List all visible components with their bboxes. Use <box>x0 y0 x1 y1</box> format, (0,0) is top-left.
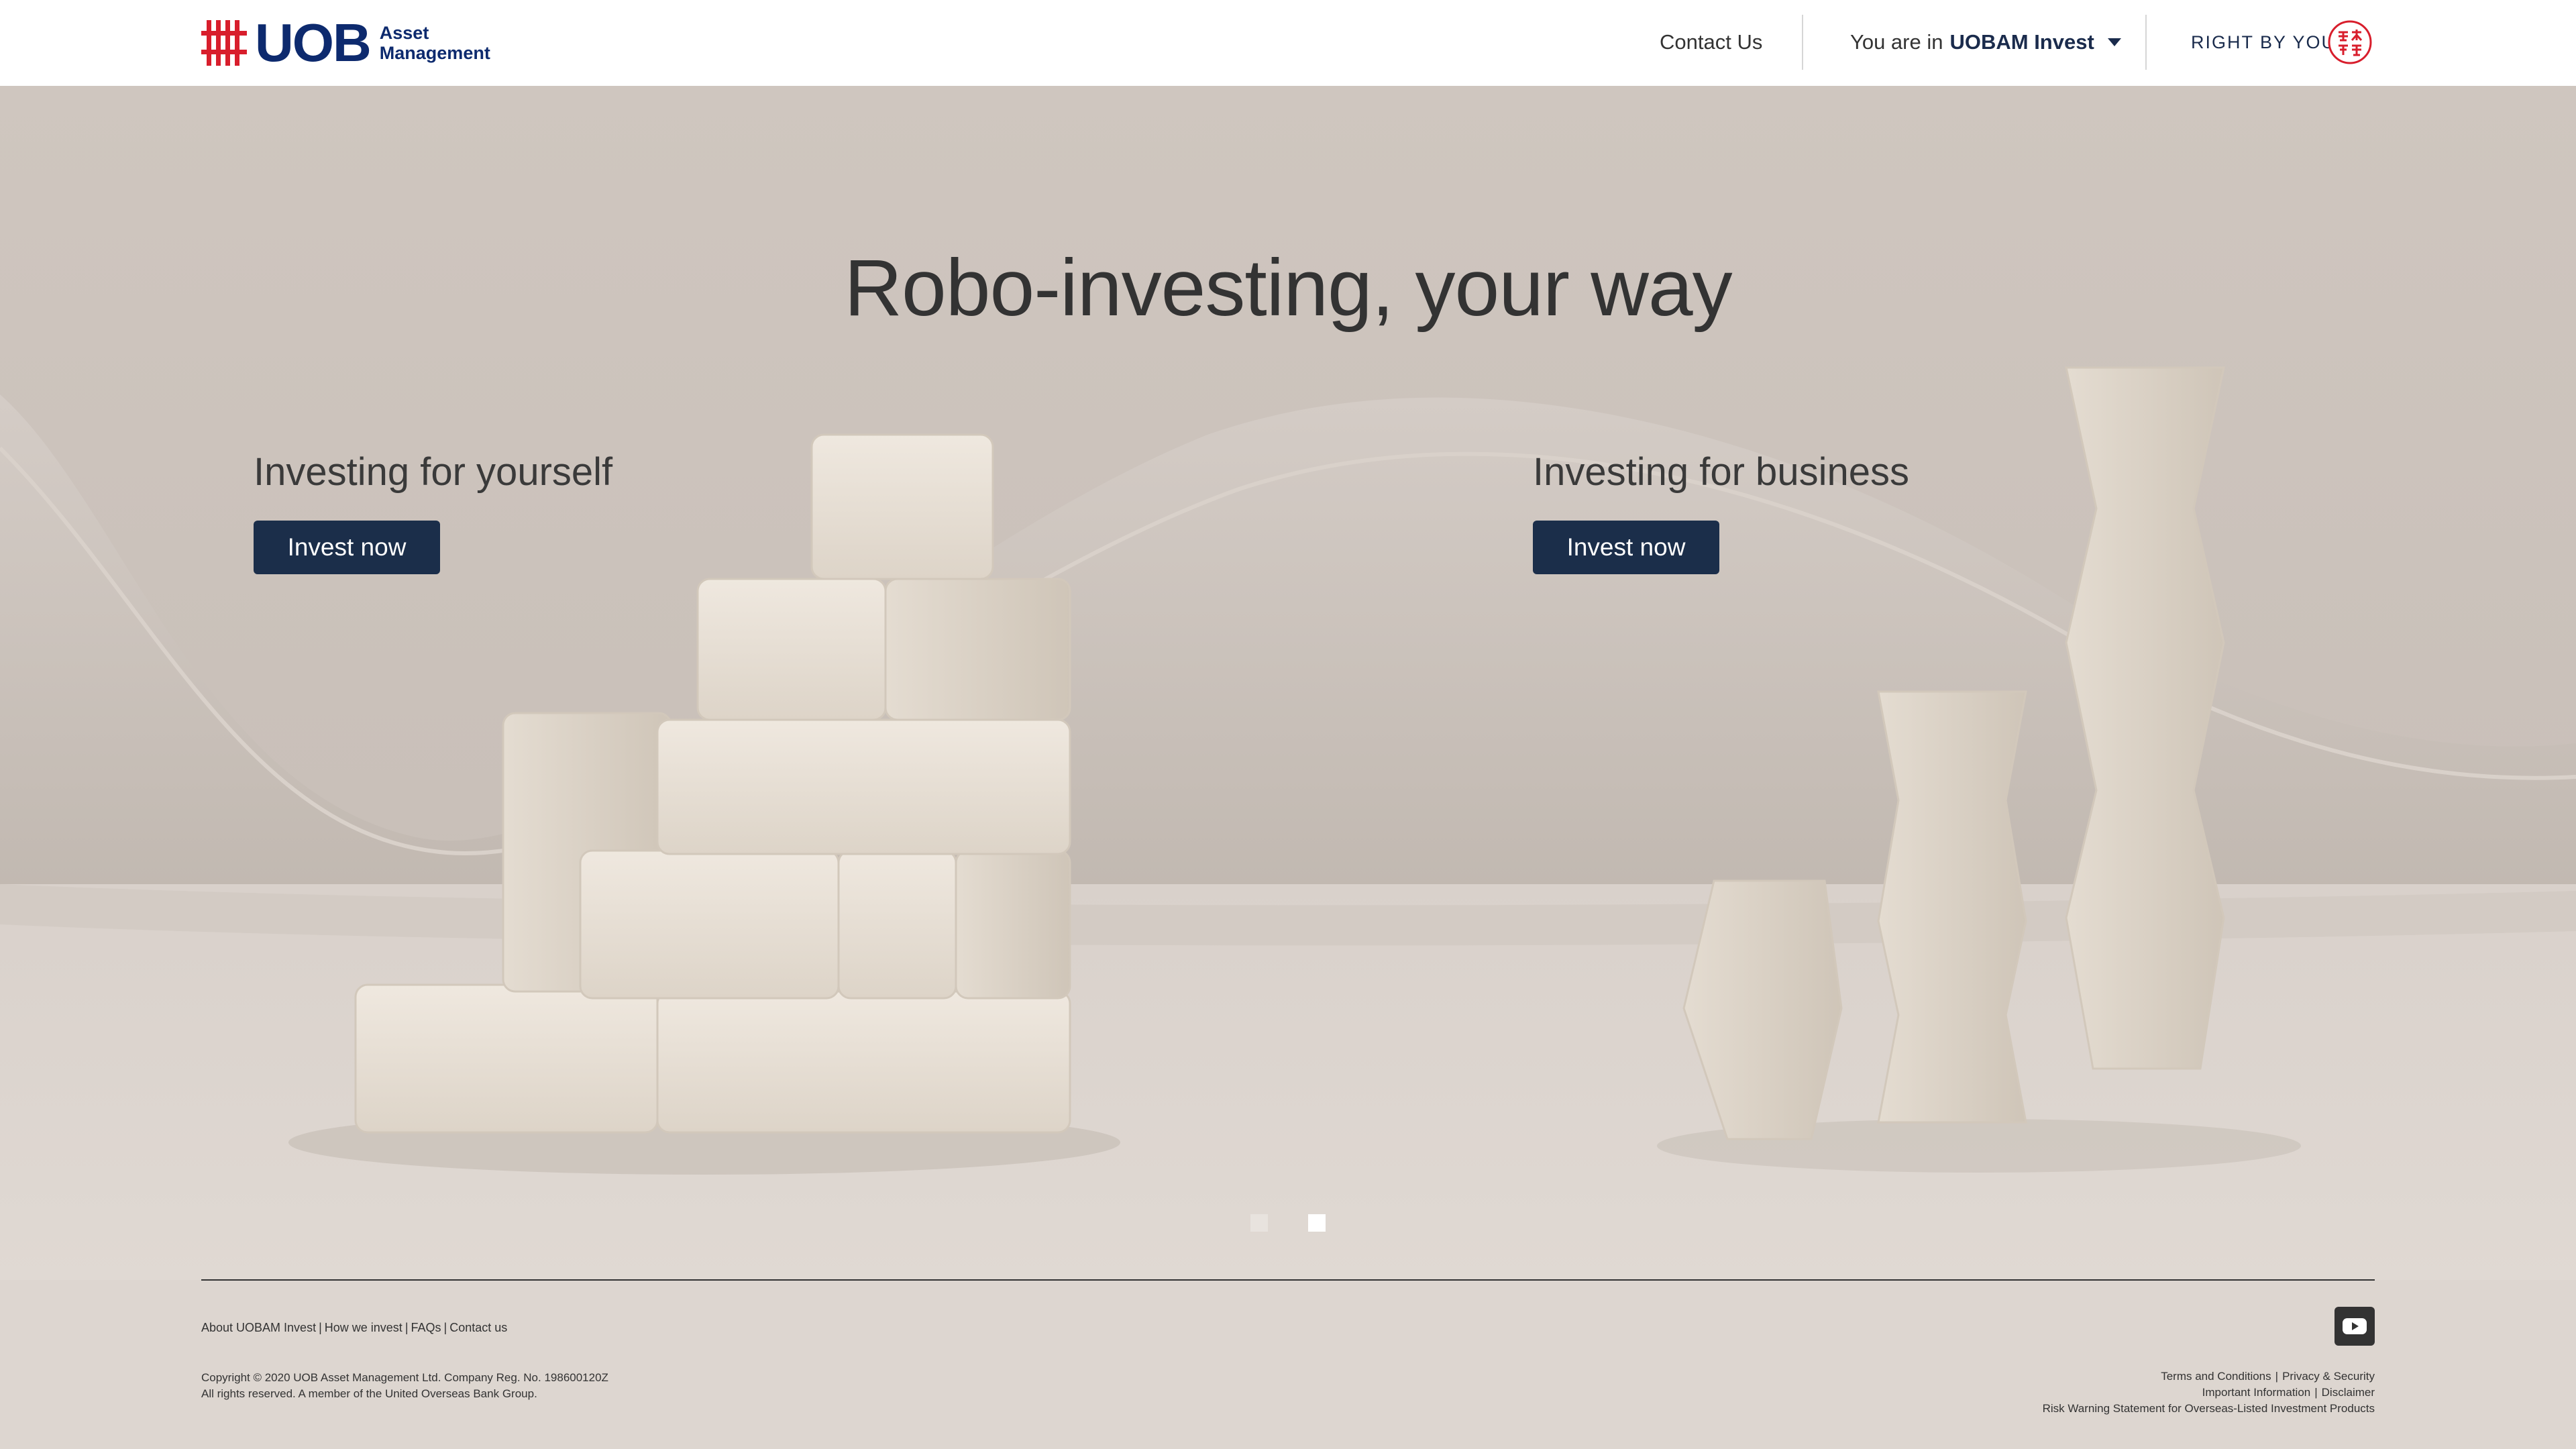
site-header: UOB Asset Management Contact Us You are … <box>0 0 2576 86</box>
legal-separator: | <box>2275 1370 2279 1383</box>
hero-title: Robo-investing, your way <box>844 243 1732 333</box>
risk-warning-link[interactable]: Risk Warning Statement for Overseas-List… <box>2043 1402 2375 1415</box>
youtube-icon[interactable] <box>2334 1307 2375 1346</box>
privacy-link[interactable]: Privacy & Security <box>2282 1370 2375 1383</box>
hero-banner: Robo-investing, your way Investing for y… <box>0 86 2576 1280</box>
footer-separator: | <box>405 1321 409 1334</box>
invest-now-business-button[interactable]: Invest now <box>1533 521 1719 574</box>
carousel-indicators <box>0 1214 2576 1233</box>
nav-divider <box>1802 15 1803 70</box>
disclaimer-link[interactable]: Disclaimer <box>2322 1386 2375 1399</box>
footer-separator: | <box>443 1321 447 1334</box>
terms-link[interactable]: Terms and Conditions <box>2161 1370 2271 1383</box>
copyright-notice: Copyright © 2020 UOB Asset Management Lt… <box>201 1370 608 1402</box>
carousel-dot-2-active[interactable] <box>1308 1214 1326 1232</box>
footer-link-how-we-invest[interactable]: How we invest <box>325 1321 402 1334</box>
personal-investing-panel: Investing for yourself Invest now <box>254 447 612 574</box>
legal-links: Terms and Conditions | Privacy & Security … <box>2043 1368 2375 1417</box>
important-info-link[interactable]: Important Information <box>2202 1386 2311 1399</box>
site-location-dropdown[interactable]: You are in UOBAM Invest <box>1850 27 2121 58</box>
uob-asset-management-logo[interactable]: UOB Asset Management <box>201 13 490 72</box>
invest-now-personal-button[interactable]: Invest now <box>254 521 440 574</box>
logo-subtitle-line2: Management <box>379 43 490 63</box>
caret-down-icon <box>2107 38 2121 46</box>
copyright-line-1: Copyright © 2020 UOB Asset Management Lt… <box>201 1371 608 1384</box>
personal-panel-heading: Investing for yourself <box>254 450 613 494</box>
nav-divider <box>2145 15 2147 70</box>
contact-us-link[interactable]: Contact Us <box>1660 27 1762 58</box>
business-investing-panel: Investing for business Invest now <box>1533 447 1909 574</box>
logo-subtitle-line1: Asset <box>379 23 429 43</box>
footer-link-about[interactable]: About UOBAM Invest <box>201 1321 316 1334</box>
footer-link-faqs[interactable]: FAQs <box>411 1321 441 1334</box>
footer-divider <box>201 1279 2375 1281</box>
youtube-play-icon <box>2343 1318 2367 1334</box>
footer-link-contact[interactable]: Contact us <box>449 1321 507 1334</box>
uob-logo-mark-icon <box>201 20 247 66</box>
logo-subtitle: Asset Management <box>380 23 490 63</box>
copyright-line-2: All rights reserved. A member of the Uni… <box>201 1387 537 1400</box>
business-panel-heading: Investing for business <box>1533 450 1909 494</box>
logo-brand-text: UOB <box>255 13 372 72</box>
uob-seal-icon <box>2328 20 2372 64</box>
location-prefix: You are in <box>1850 30 1943 54</box>
right-by-you-tagline: RIGHT BY YOU <box>2191 32 2337 52</box>
footer-nav: About UOBAM Invest | How we invest | FAQs | Co… <box>201 1320 507 1335</box>
carousel-dot-1[interactable] <box>1250 1214 1268 1232</box>
location-value: UOBAM Invest <box>1949 30 2094 54</box>
legal-separator: | <box>2314 1386 2318 1399</box>
footer-separator: | <box>319 1321 322 1334</box>
